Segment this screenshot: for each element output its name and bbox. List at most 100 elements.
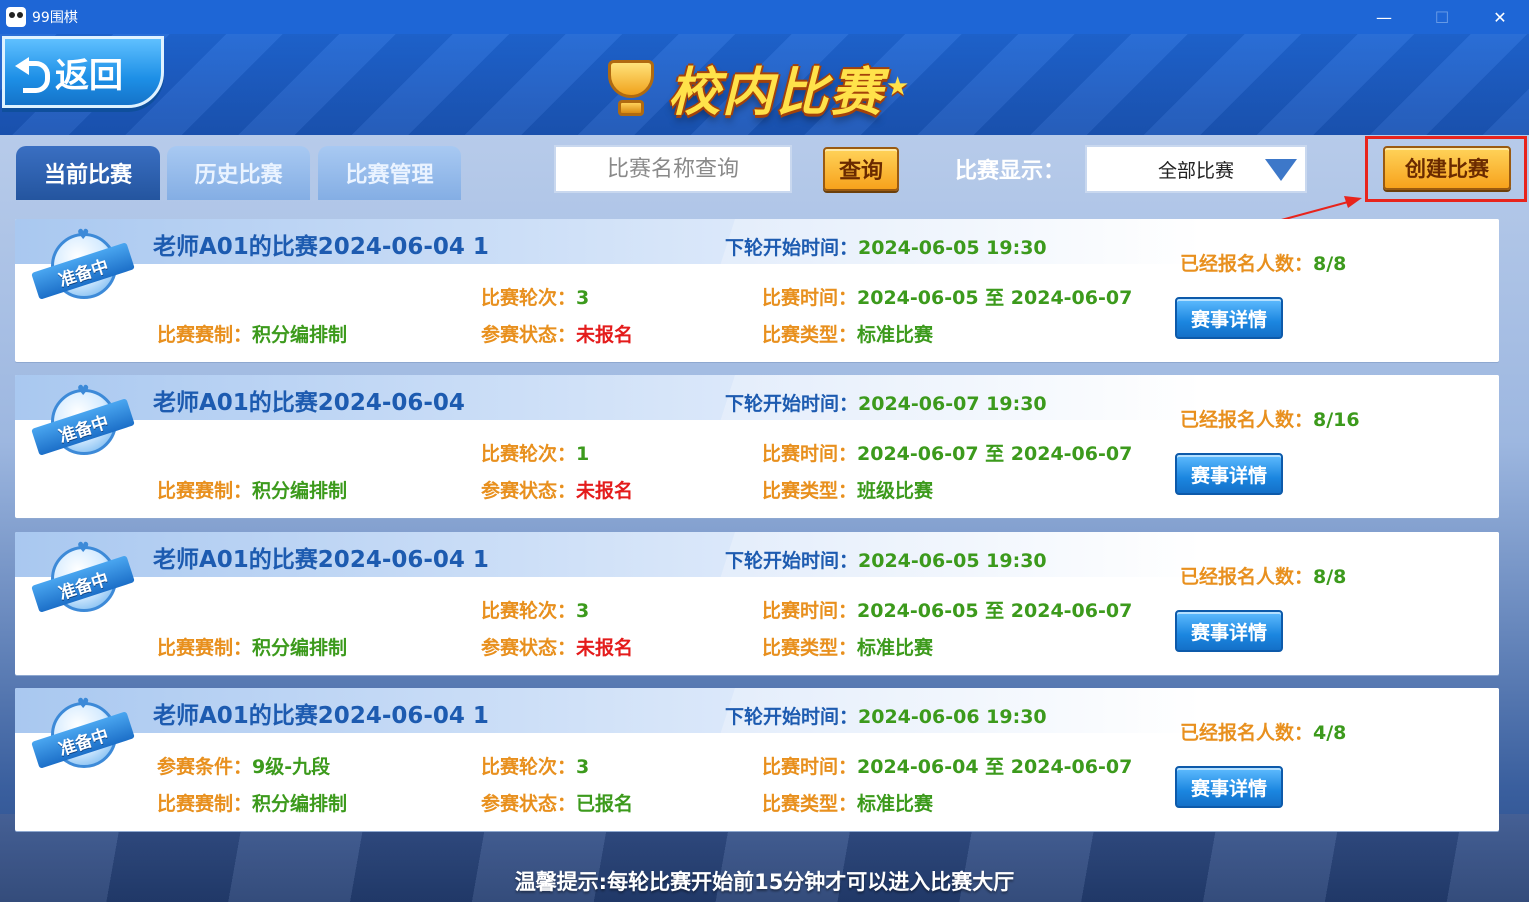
type-label: 比赛类型： [762, 637, 858, 659]
format-value: 积分编排制 [252, 324, 348, 346]
match-title: 老师A01的比赛2024-06-04 1 [153, 234, 489, 260]
status-value: 未报名 [576, 480, 634, 502]
next-round-field: 下轮开始时间：2024-06-07 19:30 [725, 389, 1047, 416]
format-field: 比赛赛制：积分编排制 [157, 633, 347, 660]
back-button-label: 返回 [55, 55, 123, 96]
enrolled-label: 已经报名人数： [1180, 722, 1314, 744]
match-card: ♥ 准备中 老师A01的比赛2024-06-04 1 下轮开始时间：2024-0… [15, 688, 1499, 831]
format-label: 比赛赛制： [157, 480, 253, 502]
star-icon: ★ [886, 72, 910, 102]
match-detail-button[interactable]: 赛事详情 [1175, 453, 1283, 495]
query-button[interactable]: 查询 [823, 147, 899, 191]
rounds-field: 比赛轮次：3 [481, 752, 589, 779]
rounds-value: 3 [576, 600, 590, 622]
match-card: ♥ 准备中 老师A01的比赛2024-06-04 1 下轮开始时间：2024-0… [15, 532, 1499, 675]
display-filter-select[interactable]: 全部比赛 [1085, 145, 1307, 193]
tab-current-matches[interactable]: 当前比赛 [16, 146, 160, 200]
type-value: 班级比赛 [857, 480, 934, 502]
maximize-button[interactable]: ☐ [1413, 0, 1471, 34]
display-filter-value: 全部比赛 [1157, 159, 1234, 182]
tab-label: 比赛管理 [345, 163, 434, 188]
page-title-text: 校内比赛 [668, 62, 885, 123]
highlight-annotation-box [1365, 136, 1527, 202]
close-button[interactable]: ✕ [1471, 0, 1529, 34]
rounds-field: 比赛轮次：1 [481, 439, 589, 466]
type-field: 比赛类型：标准比赛 [762, 633, 933, 660]
format-label: 比赛赛制： [157, 637, 253, 659]
detail-button-label: 赛事详情 [1190, 621, 1267, 644]
status-field: 参赛状态：已报名 [481, 789, 633, 816]
enrolled-field: 已经报名人数：8/8 [1180, 249, 1346, 276]
match-detail-button[interactable]: 赛事详情 [1175, 297, 1283, 339]
format-value: 积分编排制 [252, 637, 348, 659]
query-button-label: 查询 [838, 159, 883, 184]
condition-field: 参赛条件：9级-九段 [157, 752, 330, 779]
time-label: 比赛时间： [762, 287, 858, 309]
enrolled-field: 已经报名人数：8/8 [1180, 562, 1346, 589]
type-value: 标准比赛 [857, 793, 934, 815]
rounds-label: 比赛轮次： [481, 756, 577, 778]
next-round-label: 下轮开始时间： [725, 237, 859, 259]
tab-label: 历史比赛 [194, 163, 283, 188]
time-label: 比赛时间： [762, 756, 858, 778]
heart-icon: ♥ [77, 383, 90, 399]
trophy-icon [596, 52, 666, 122]
type-value: 标准比赛 [857, 324, 934, 346]
type-value: 标准比赛 [857, 637, 934, 659]
rounds-label: 比赛轮次： [481, 443, 577, 465]
match-detail-button[interactable]: 赛事详情 [1175, 610, 1283, 652]
heart-icon: ♥ [77, 540, 90, 556]
time-field: 比赛时间：2024-06-04 至 2024-06-07 [762, 752, 1132, 779]
next-round-value: 2024-06-07 19:30 [858, 393, 1047, 415]
search-field[interactable] [554, 145, 792, 193]
next-round-value: 2024-06-05 19:30 [858, 550, 1047, 572]
back-arrow-icon [15, 55, 53, 93]
status-label: 参赛状态： [481, 637, 577, 659]
format-field: 比赛赛制：积分编排制 [157, 789, 347, 816]
enrolled-label: 已经报名人数： [1180, 409, 1314, 431]
detail-button-label: 赛事详情 [1190, 464, 1267, 487]
footer-tip: 温馨提示:每轮比赛开始前15分钟才可以进入比赛大厅 [514, 870, 1015, 894]
format-field: 比赛赛制：积分编排制 [157, 476, 347, 503]
status-label: 参赛状态： [481, 324, 577, 346]
window-title: 99围棋 [32, 10, 78, 26]
status-field: 参赛状态：未报名 [481, 633, 633, 660]
match-card: ♥ 准备中 老师A01的比赛2024-06-04 下轮开始时间：2024-06-… [15, 375, 1499, 518]
time-label: 比赛时间： [762, 443, 858, 465]
format-value: 积分编排制 [252, 793, 348, 815]
detail-button-label: 赛事详情 [1190, 308, 1267, 331]
format-label: 比赛赛制： [157, 324, 253, 346]
format-value: 积分编排制 [252, 480, 348, 502]
display-filter-label: 比赛显示： [955, 159, 1066, 184]
app-logo-icon [6, 7, 26, 27]
enrolled-field: 已经报名人数：8/16 [1180, 405, 1360, 432]
detail-button-label: 赛事详情 [1190, 777, 1267, 800]
tab-history-matches[interactable]: 历史比赛 [167, 146, 310, 200]
type-label: 比赛类型： [762, 793, 858, 815]
match-detail-button[interactable]: 赛事详情 [1175, 766, 1283, 808]
next-round-label: 下轮开始时间： [725, 393, 859, 415]
match-card: ♥ 准备中 老师A01的比赛2024-06-04 1 下轮开始时间：2024-0… [15, 219, 1499, 362]
tab-label: 当前比赛 [43, 163, 132, 188]
type-field: 比赛类型：班级比赛 [762, 476, 933, 503]
condition-label: 参赛条件： [157, 756, 253, 778]
window-controls: — ☐ ✕ [1355, 0, 1529, 34]
rounds-value: 3 [576, 287, 590, 309]
back-button[interactable]: 返回 [2, 36, 164, 108]
status-label: 参赛状态： [481, 793, 577, 815]
status-badge: ♥ 准备中 [31, 696, 135, 782]
time-label: 比赛时间： [762, 600, 858, 622]
enrolled-value: 8/16 [1313, 409, 1360, 431]
format-field: 比赛赛制：积分编排制 [157, 320, 347, 347]
type-label: 比赛类型： [762, 480, 858, 502]
type-label: 比赛类型： [762, 324, 858, 346]
status-value: 未报名 [576, 637, 634, 659]
search-input[interactable] [556, 147, 790, 191]
enrolled-field: 已经报名人数：4/8 [1180, 718, 1346, 745]
tab-match-management[interactable]: 比赛管理 [318, 146, 461, 200]
time-field: 比赛时间：2024-06-05 至 2024-06-07 [762, 596, 1132, 623]
minimize-button[interactable]: — [1355, 0, 1413, 34]
status-value: 未报名 [576, 324, 634, 346]
status-badge: ♥ 准备中 [31, 540, 135, 626]
enrolled-value: 8/8 [1313, 253, 1347, 275]
